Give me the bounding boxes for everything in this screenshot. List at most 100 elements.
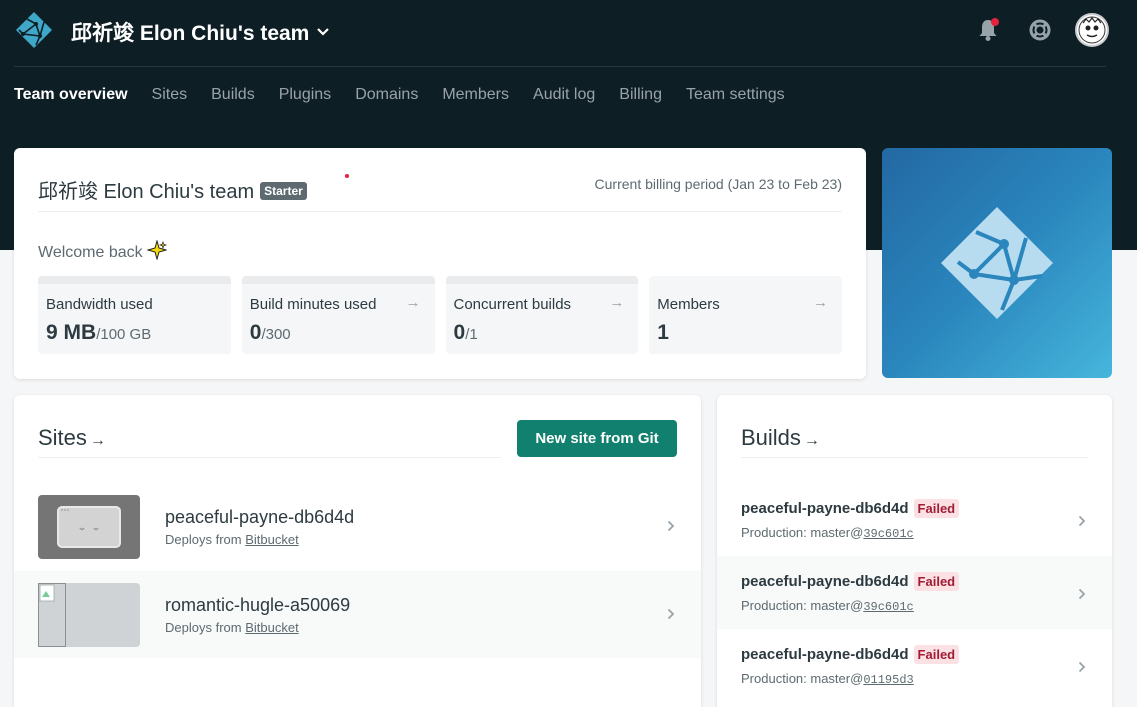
- builds-divider: [741, 457, 1088, 458]
- provider-link[interactable]: Bitbucket: [245, 620, 298, 635]
- chevron-right-icon: [1078, 514, 1086, 527]
- build-branch: master@: [810, 525, 864, 540]
- build-site: peaceful-payne-db6d4d Failed: [741, 499, 960, 518]
- header-divider: [14, 66, 1106, 67]
- stat-value: 9 MB/100 GB: [46, 321, 151, 345]
- stat-value: 1: [657, 321, 669, 345]
- build-site-name: peaceful-payne-db6d4d: [741, 646, 909, 663]
- build-context-label: Production:: [741, 671, 811, 686]
- stat-label: Bandwidth used: [46, 296, 153, 313]
- build-row[interactable]: peaceful-payne-db6d4d Failed Production: …: [717, 629, 1112, 702]
- team-card-divider: [38, 211, 842, 212]
- build-context-label: Production:: [741, 598, 811, 613]
- usage-stats: Bandwidth used 9 MB/100 GB Build minutes…: [38, 276, 842, 354]
- new-site-from-git-button[interactable]: New site from Git: [517, 420, 677, 457]
- team-title: 邱祈竣 Elon Chiu's team Starter: [38, 175, 307, 204]
- arrow-right-icon: →: [813, 294, 828, 311]
- stat-label: Members: [657, 296, 720, 313]
- build-row[interactable]: peaceful-payne-db6d4d Failed Production: …: [717, 556, 1112, 629]
- welcome-message: Welcome back: [38, 239, 168, 265]
- arrow-right-icon: →: [609, 294, 625, 311]
- arrow-right-icon: →: [89, 432, 106, 449]
- build-context: Production: master@39c601c: [741, 525, 914, 541]
- site-row[interactable]: romantic-hugle-a50069 Deploys from Bitbu…: [14, 571, 701, 658]
- build-site: peaceful-payne-db6d4d Failed: [741, 572, 960, 591]
- stat-bandwidth: Bandwidth used 9 MB/100 GB: [38, 276, 231, 354]
- site-deploy-source: Deploys from Bitbucket: [165, 532, 299, 547]
- sites-heading[interactable]: Sites →: [38, 425, 106, 451]
- stat-amount: 0: [453, 321, 466, 344]
- stat-label: Build minutes used: [249, 296, 377, 313]
- stat-limit: /1: [465, 326, 478, 343]
- chevron-right-icon: [1078, 587, 1086, 600]
- stat-limit: /300: [261, 326, 291, 343]
- site-name[interactable]: romantic-hugle-a50069: [165, 595, 350, 616]
- netlify-logo-icon[interactable]: [14, 10, 54, 50]
- site-row[interactable]: peaceful-payne-db6d4d Deploys from Bitbu…: [14, 483, 701, 570]
- alert-dot: [345, 174, 349, 178]
- user-avatar[interactable]: [1075, 13, 1109, 47]
- tab-builds[interactable]: Builds: [211, 86, 255, 108]
- sparkle-icon: [145, 239, 168, 265]
- provider-link[interactable]: Bitbucket: [245, 532, 298, 547]
- tab-audit-log[interactable]: Audit log: [533, 86, 595, 108]
- stat-members[interactable]: Members → 1: [649, 276, 842, 354]
- chevron-down-icon: [317, 26, 330, 38]
- build-context: Production: master@01195d3: [741, 671, 914, 687]
- build-row[interactable]: peaceful-payne-db6d4d Failed Production: …: [717, 483, 1112, 556]
- chevron-right-icon: [667, 519, 675, 532]
- arrow-right-icon: →: [405, 294, 421, 311]
- commit-sha-link[interactable]: 01195d3: [863, 673, 913, 687]
- commit-sha-link[interactable]: 39c601c: [863, 600, 913, 614]
- site-name[interactable]: peaceful-payne-db6d4d: [165, 507, 354, 528]
- tab-plugins[interactable]: Plugins: [279, 86, 331, 108]
- stat-label: Concurrent builds: [453, 296, 572, 313]
- tab-billing[interactable]: Billing: [619, 86, 662, 108]
- tab-team-settings[interactable]: Team settings: [686, 86, 785, 108]
- welcome-text: Welcome back: [38, 243, 143, 261]
- status-badge-failed: Failed: [913, 645, 960, 664]
- build-branch: master@: [810, 671, 864, 686]
- help-lifebuoy-icon[interactable]: [1028, 18, 1052, 42]
- stat-amount: 9 MB: [46, 321, 97, 344]
- sites-divider: [38, 457, 501, 458]
- build-site-name: peaceful-payne-db6d4d: [741, 500, 909, 517]
- team-switcher[interactable]: 邱祈竣 Elon Chiu's team: [71, 18, 330, 46]
- stat-amount: 0: [249, 321, 262, 344]
- tab-members[interactable]: Members: [442, 86, 509, 108]
- app-header: 邱祈竣 Elon Chiu's team: [0, 0, 1137, 64]
- team-nav: Team overview Sites Builds Plugins Domai…: [14, 86, 785, 108]
- team-switcher-label: 邱祈竣 Elon Chiu's team: [71, 22, 310, 45]
- builds-card: Builds → peaceful-payne-db6d4d Failed Pro…: [717, 395, 1112, 707]
- stat-value: 0/300: [250, 321, 291, 345]
- stat-build-minutes[interactable]: Build minutes used → 0/300: [241, 276, 435, 354]
- build-context-label: Production:: [741, 525, 811, 540]
- sites-heading-text: Sites: [38, 425, 87, 450]
- site-thumbnail-broken: [38, 583, 140, 647]
- build-site: peaceful-payne-db6d4d Failed: [741, 645, 960, 664]
- site-thumbnail: [38, 495, 140, 559]
- tab-team-overview[interactable]: Team overview: [14, 86, 128, 108]
- arrow-right-icon: →: [803, 432, 820, 449]
- build-branch: master@: [810, 598, 864, 613]
- status-badge-failed: Failed: [913, 499, 960, 518]
- sites-card: Sites → New site from Git peaceful-payne…: [14, 395, 701, 707]
- team-overview-card: 邱祈竣 Elon Chiu's team Starter Current bil…: [14, 148, 866, 379]
- tab-sites[interactable]: Sites: [152, 86, 188, 108]
- tab-domains[interactable]: Domains: [355, 86, 418, 108]
- commit-sha-link[interactable]: 39c601c: [863, 527, 913, 541]
- deploy-prefix: Deploys from: [165, 532, 246, 547]
- build-context: Production: master@39c601c: [741, 598, 914, 614]
- chevron-right-icon: [1078, 660, 1086, 673]
- team-avatar-panel: [882, 148, 1112, 378]
- builds-heading[interactable]: Builds →: [741, 425, 820, 451]
- notifications-bell-icon[interactable]: [977, 18, 999, 42]
- stat-value: 0/1: [454, 321, 478, 345]
- build-site-name: peaceful-payne-db6d4d: [741, 573, 909, 590]
- status-badge-failed: Failed: [913, 572, 960, 591]
- stat-concurrent-builds[interactable]: Concurrent builds → 0/1: [445, 276, 639, 354]
- billing-period: Current billing period (Jan 23 to Feb 23…: [594, 176, 842, 192]
- stat-limit: /100 GB: [96, 326, 152, 343]
- site-deploy-source: Deploys from Bitbucket: [165, 620, 299, 635]
- notification-dot: [991, 18, 999, 26]
